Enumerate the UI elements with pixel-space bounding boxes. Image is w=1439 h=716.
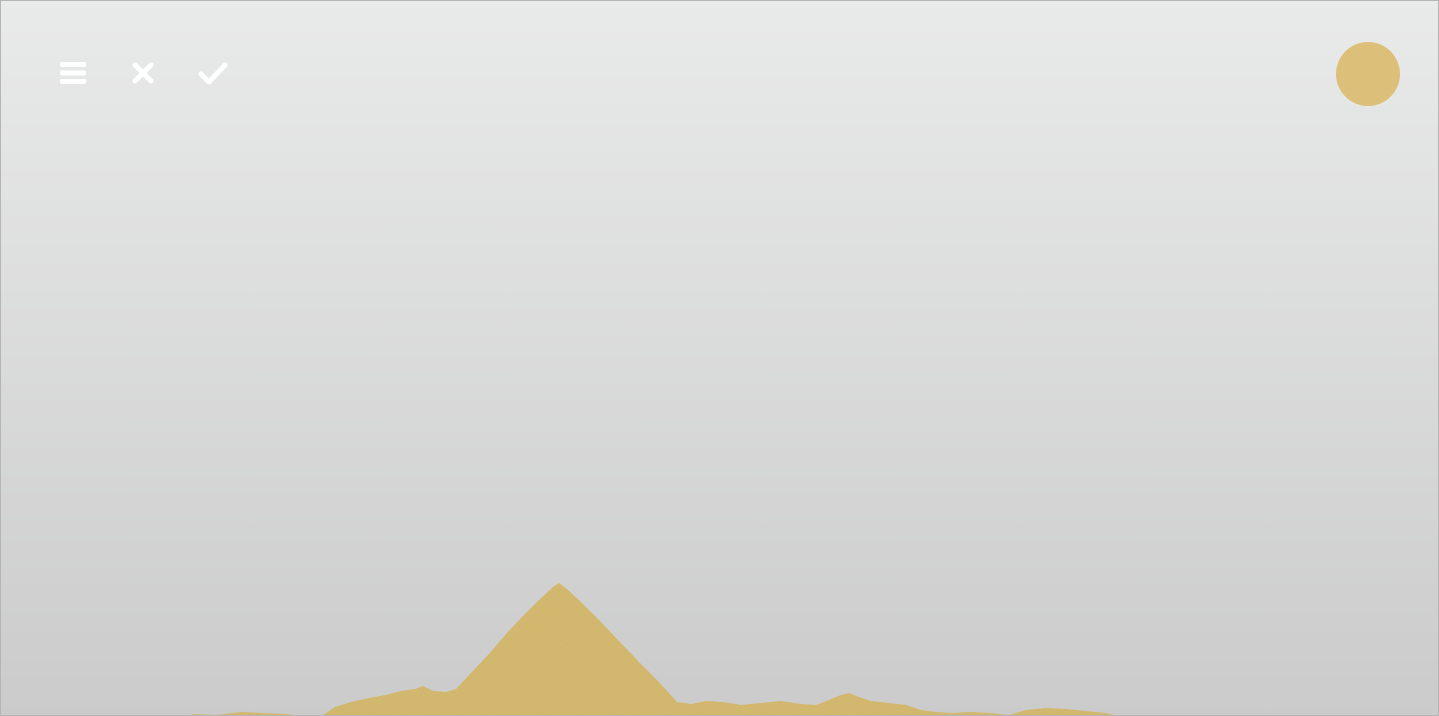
toolbar (53, 53, 263, 93)
check-icon (198, 62, 228, 85)
sand-drawing-canvas[interactable] (0, 0, 1439, 716)
sand-pile (190, 583, 1115, 715)
clear-button[interactable] (123, 53, 163, 93)
color-picker-button[interactable] (1336, 42, 1400, 106)
menu-button[interactable] (53, 53, 93, 93)
confirm-button[interactable] (193, 53, 233, 93)
menu-icon (60, 62, 86, 84)
close-icon (132, 62, 154, 84)
sand-mound (190, 583, 1115, 715)
